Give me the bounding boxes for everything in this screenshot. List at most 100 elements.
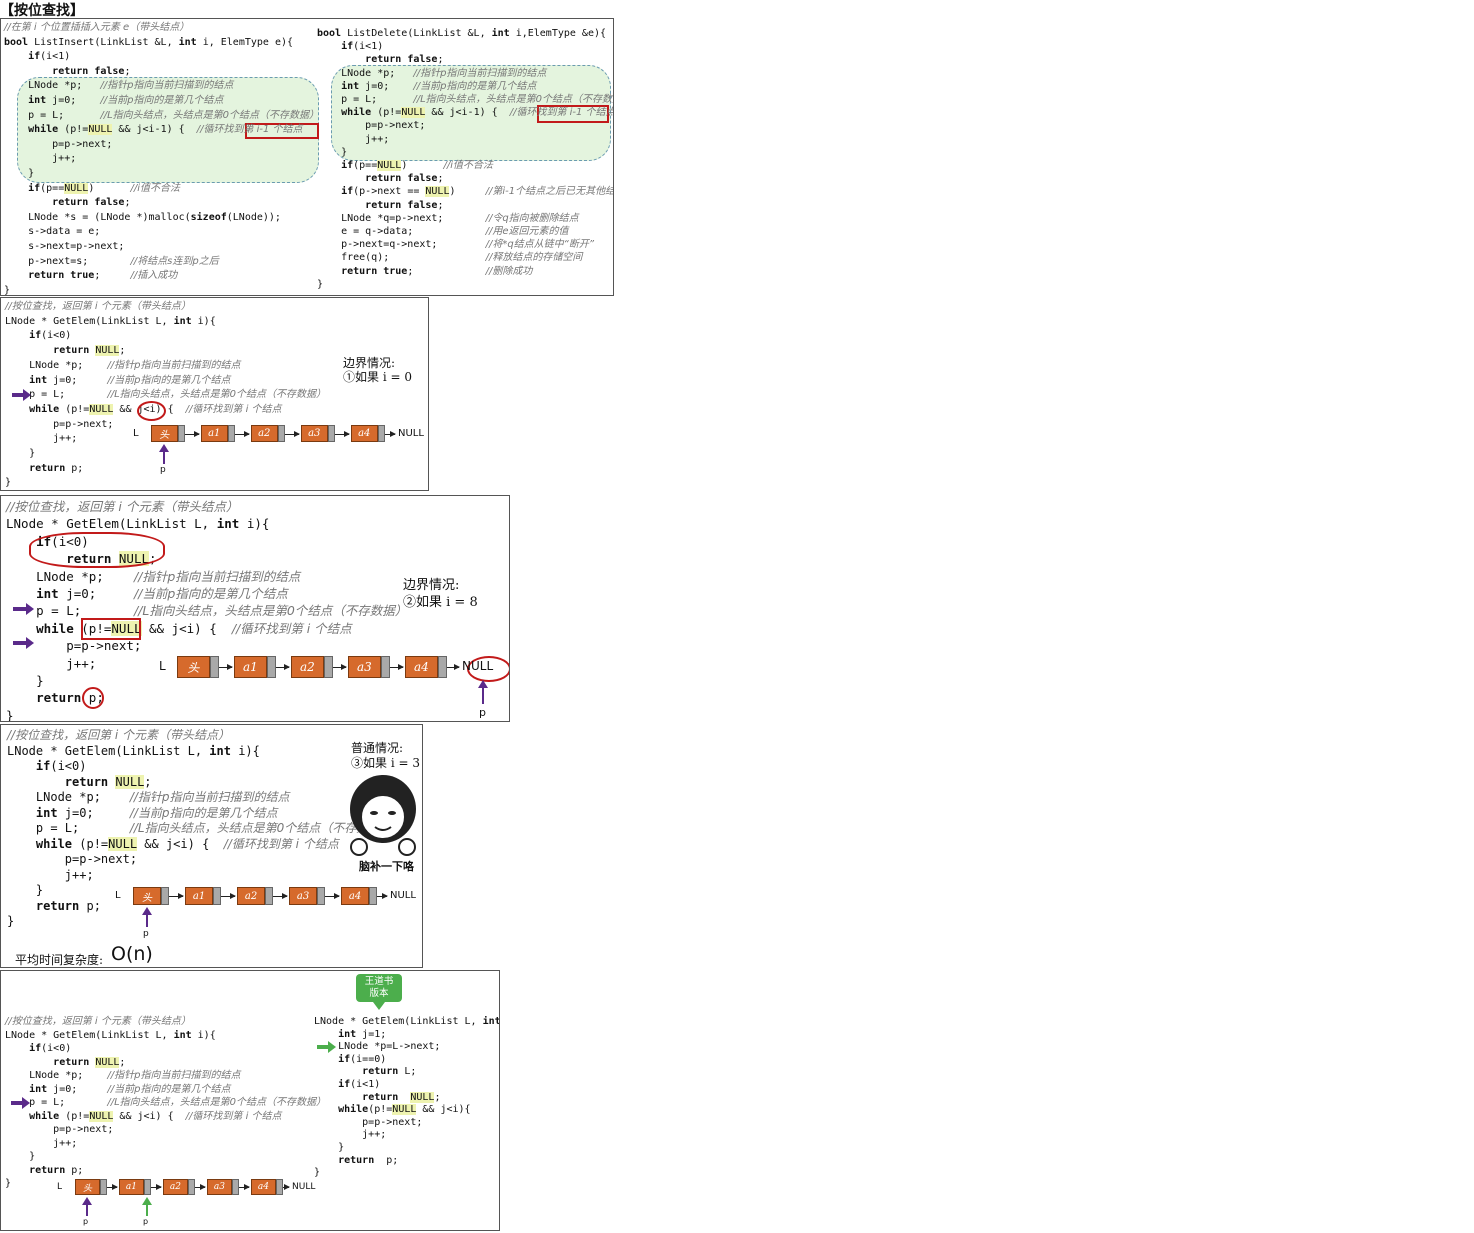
current-line-arrow	[13, 603, 34, 615]
code-line: while (p!=NULL && j<i) { //循环找到第 i 个结点	[29, 1110, 282, 1122]
list-node: a2	[237, 887, 273, 905]
code-line: LNode *p; //指针p指向当前扫描到的结点	[6, 568, 301, 584]
pointer-arrow	[142, 1197, 152, 1216]
code-line: p = L; //L指向头结点，头结点是第0个结点（不存数据）	[317, 94, 614, 105]
link-arrow	[385, 430, 396, 437]
head-node-label: 头	[177, 656, 210, 678]
link-arrow	[283, 1184, 290, 1190]
link-arrow	[185, 430, 200, 437]
code-line: j++;	[7, 867, 94, 882]
head-node: 头	[151, 425, 185, 442]
link-arrow	[447, 664, 460, 670]
code-line: }	[5, 1151, 36, 1162]
next-pointer-cell	[265, 887, 273, 905]
node-label: a1	[234, 656, 267, 678]
null-label: NULL	[292, 1182, 316, 1192]
code-line: }	[4, 168, 35, 179]
code-line: }	[314, 1167, 321, 1179]
code-line: p=p->next;	[317, 120, 426, 132]
list-node: a1	[119, 1179, 151, 1195]
badge-pointer	[373, 1002, 385, 1010]
next-pointer-cell	[143, 1179, 151, 1195]
next-pointer-cell	[323, 656, 333, 678]
list-node: a3	[301, 425, 335, 442]
code-line: if(i<0)	[35, 759, 87, 773]
code-line: j++;	[4, 153, 77, 165]
code-line: return L;	[362, 1066, 417, 1078]
code-line: if(i<0)	[29, 1043, 72, 1054]
node-label: a1	[201, 425, 228, 442]
next-pointer-cell	[327, 425, 335, 442]
list-node: a4	[341, 887, 377, 905]
code-line: return true; //删除成功	[341, 265, 533, 277]
getelem-panel-3: //按位查找，返回第 i 个元素（带头结点） LNode * GetElem(Li…	[0, 724, 423, 968]
code-line: p=p->next;	[5, 418, 114, 430]
code-line: p = L; //L指向头结点，头结点是第0个结点（不存数据）	[5, 389, 327, 401]
meme-caption: 脑补一下咯	[359, 860, 414, 873]
code-line: while (p!=NULL && j<i-1) { //循环找到第 i-1 个…	[28, 124, 303, 136]
code-line: }	[317, 278, 324, 290]
code-line: return p;	[29, 1164, 84, 1176]
code-line: //按位查找，返回第 i 个元素（带头结点）	[7, 728, 231, 742]
next-pointer-cell	[231, 1179, 239, 1195]
code-line: if(i<1)	[338, 1079, 381, 1090]
code-line: e = q->data; //用e返回元素的值	[317, 226, 569, 237]
code-line: p = L; //L指向头结点，头结点是第0个结点（不存数据）	[7, 821, 393, 835]
current-line-arrow	[13, 637, 34, 649]
mark-null-check	[81, 618, 141, 640]
code-line: bool ListInsert(LinkList &L, int i, Elem…	[4, 36, 293, 48]
mark-loop-cond	[137, 401, 166, 421]
pointer-arrow	[478, 680, 488, 704]
code-line: return true; //插入成功	[28, 270, 178, 282]
next-pointer-cell	[380, 656, 390, 678]
node-label: a2	[251, 425, 278, 442]
list-node: a3	[289, 887, 325, 905]
code-line: while (p!=NULL && j<i-1) { //循环找到第 i-1 个…	[341, 107, 614, 119]
link-arrow	[195, 1184, 206, 1190]
next-pointer-cell	[187, 1179, 195, 1195]
head-node-label: 头	[75, 1179, 100, 1195]
code-line: }	[5, 448, 36, 459]
link-arrow	[390, 664, 404, 670]
code-line: if(p->next == NULL) //第i-1个结点之后已无其他结点	[341, 186, 614, 198]
next-pointer-cell	[227, 425, 235, 442]
code-line: }	[5, 477, 12, 489]
code-line: return false;	[52, 197, 131, 209]
node-label: a4	[405, 656, 438, 678]
next-pointer-cell	[266, 656, 276, 678]
complexity-value: O(n)	[111, 943, 153, 965]
next-pointer-cell	[369, 887, 377, 905]
node-label: a4	[341, 887, 370, 905]
head-node: 头	[75, 1179, 107, 1195]
code-line: free(q); //释放结点的存储空间	[317, 252, 583, 264]
code-line: return false;	[365, 173, 444, 185]
pointer-arrow	[159, 444, 169, 464]
node-label: a2	[237, 887, 266, 905]
code-line: if(i<0)	[29, 330, 72, 342]
code-line: int j=0; //当前p指向的是第几个结点	[35, 805, 278, 820]
code-line: return false;	[365, 54, 444, 66]
head-node-label: 头	[151, 425, 178, 442]
list-node: a1	[185, 887, 221, 905]
next-pointer-cell	[377, 425, 385, 442]
code-line: s->data = e;	[4, 226, 101, 238]
node-label: a3	[207, 1179, 232, 1195]
link-arrow	[333, 664, 347, 670]
pointer-label: p	[83, 1217, 89, 1226]
code-line: j++;	[314, 1129, 387, 1141]
link-arrow	[219, 664, 233, 670]
pointer-label: p	[143, 1217, 149, 1226]
code-line: LNode * GetElem(LinkList L, int i){	[5, 1029, 216, 1041]
boundary-case: ①如果 i = 0	[343, 370, 412, 384]
code-line: p = L; //L指向头结点，头结点是第0个结点（不存数据）	[5, 1097, 327, 1108]
code-line: return false;	[52, 65, 131, 77]
code-line: }	[6, 707, 14, 722]
current-line-arrow	[12, 389, 31, 401]
list-node: a4	[351, 425, 385, 442]
link-arrow	[235, 430, 250, 437]
node-label: a1	[119, 1179, 144, 1195]
head-node: 头	[177, 656, 219, 678]
null-label: NULL	[462, 659, 494, 673]
section-heading: 【按位查找】	[0, 3, 84, 19]
code-line: LNode *s = (LNode *)malloc(sizeof(LNode)…	[4, 211, 281, 223]
